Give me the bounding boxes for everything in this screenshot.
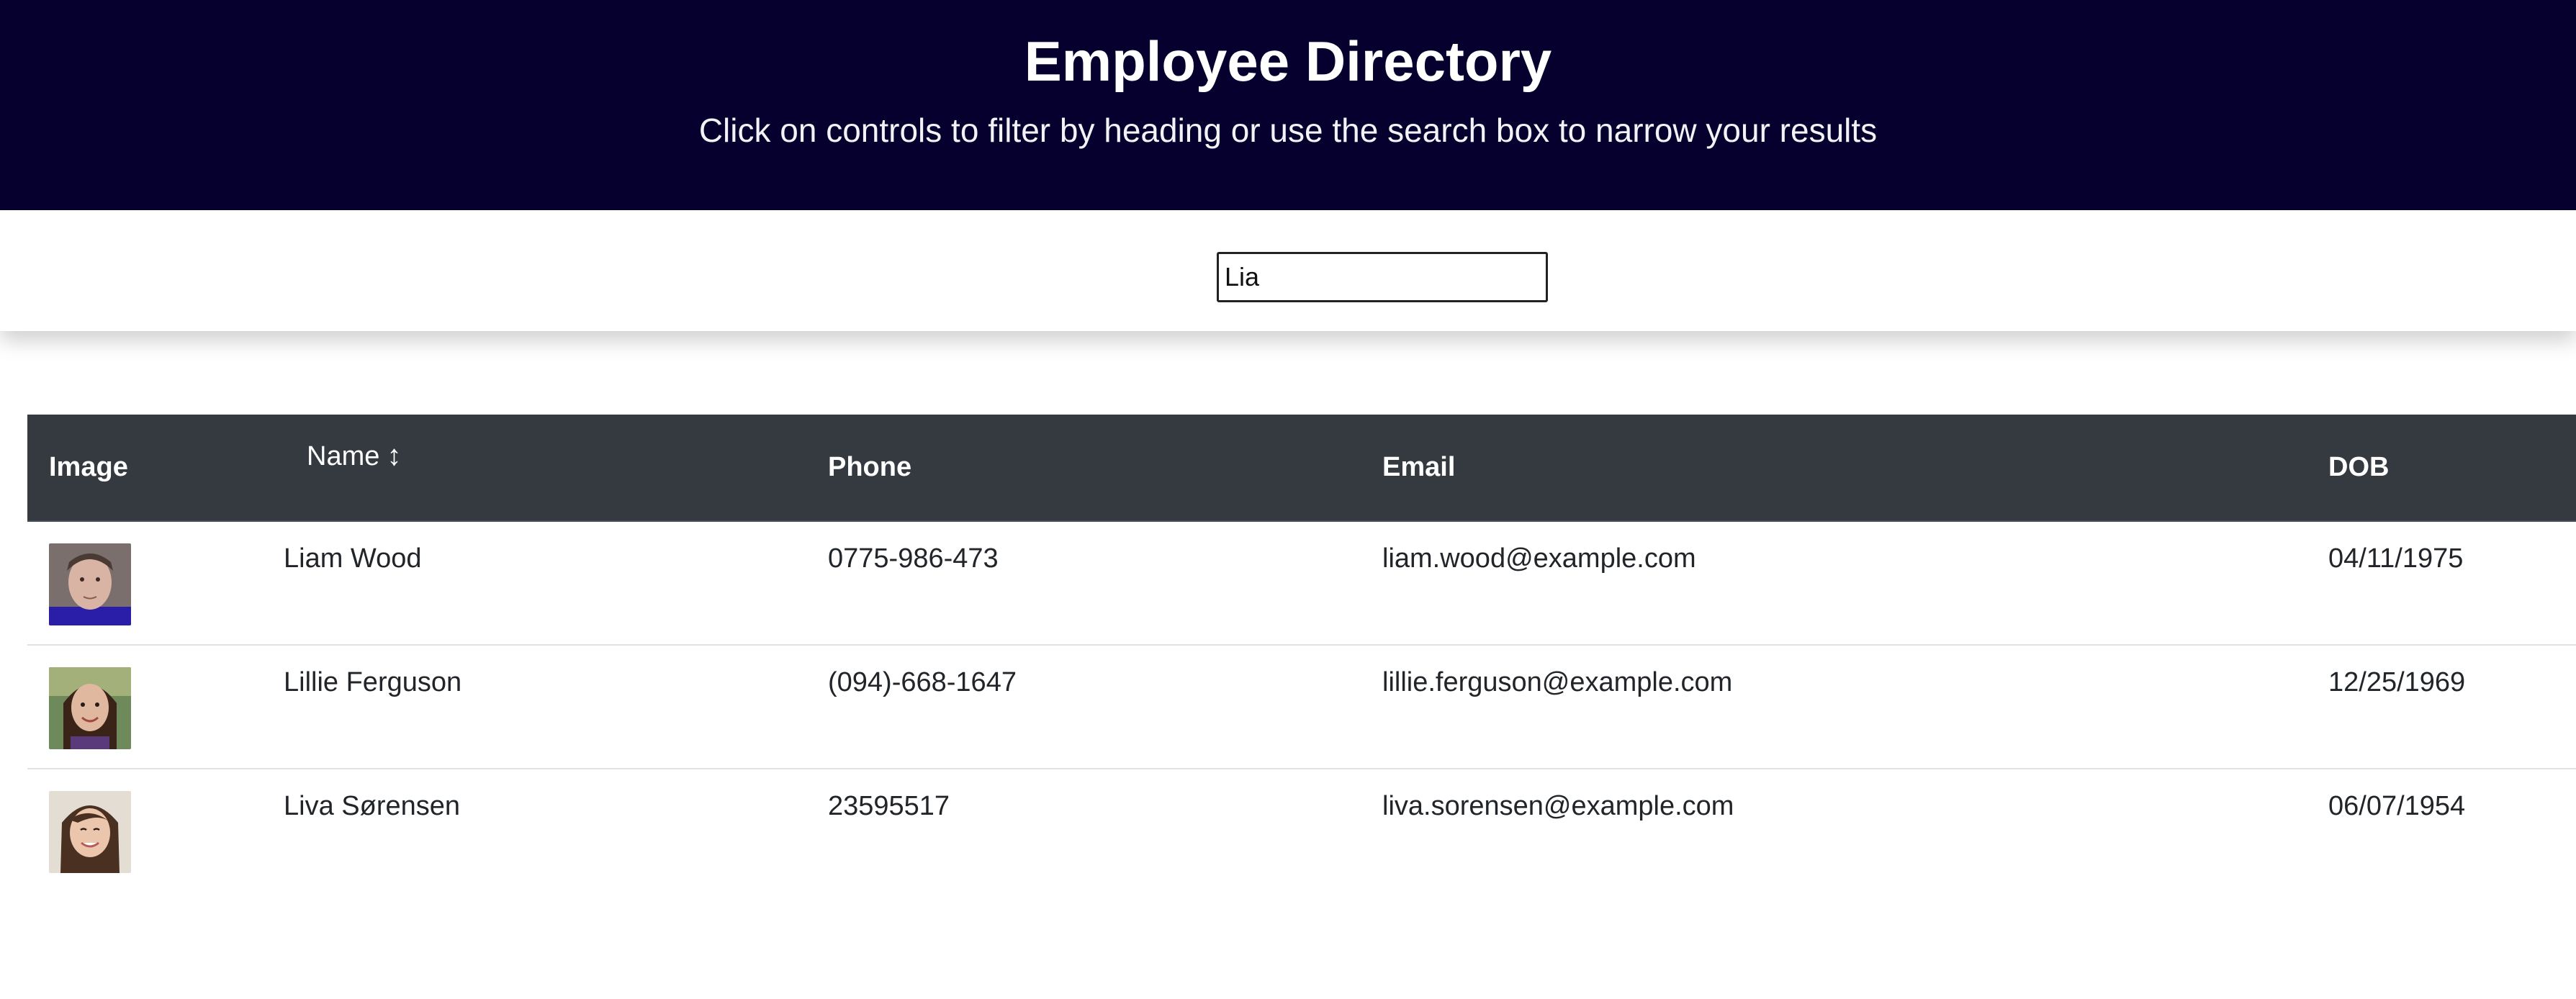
phone-cell: 23595517	[828, 791, 950, 821]
table-header-row: Image Name ↕ Phone Email DOB	[27, 415, 2576, 522]
table-header: Image Name ↕ Phone Email DOB	[27, 415, 2576, 522]
image-cell	[27, 769, 284, 892]
email-cell: lillie.ferguson@example.com	[1382, 667, 1733, 697]
page-title: Employee Directory	[1024, 30, 1552, 93]
employee-table-container: Image Name ↕ Phone Email DOB Liam Wood 0…	[27, 415, 2576, 892]
table-body: Liam Wood 0775-986-473 liam.wood@example…	[27, 521, 2576, 892]
column-header-dob: DOB	[2307, 415, 2576, 522]
dob-cell: 12/25/1969	[2328, 667, 2466, 697]
search-bar	[0, 210, 2576, 331]
table-row: Liva Sørensen 23595517 liva.sorensen@exa…	[27, 769, 2576, 892]
table-row: Lillie Ferguson (094)-668-1647 lillie.fe…	[27, 645, 2576, 769]
employee-avatar	[49, 667, 131, 749]
name-cell: Liam Wood	[284, 543, 422, 574]
image-cell	[27, 521, 284, 645]
phone-cell: (094)-668-1647	[828, 667, 1017, 697]
email-cell: liva.sorensen@example.com	[1382, 791, 1734, 821]
page-subtitle: Click on controls to filter by heading o…	[698, 112, 1878, 149]
image-cell	[27, 645, 284, 769]
column-header-phone: Phone	[806, 415, 1361, 522]
table-row: Liam Wood 0775-986-473 liam.wood@example…	[27, 521, 2576, 645]
page-header: Employee Directory Click on controls to …	[0, 0, 2576, 210]
employee-table: Image Name ↕ Phone Email DOB Liam Wood 0…	[27, 415, 2576, 892]
phone-cell: 0775-986-473	[828, 543, 999, 574]
dob-cell: 04/11/1975	[2328, 543, 2464, 574]
column-header-email: Email	[1361, 415, 2307, 522]
search-input[interactable]	[1217, 252, 1548, 302]
column-header-name-label: Name	[307, 441, 380, 471]
dob-cell: 06/07/1954	[2328, 791, 2466, 821]
name-cell: Liva Sørensen	[284, 791, 461, 821]
employee-avatar	[49, 543, 131, 625]
name-cell: Lillie Ferguson	[284, 667, 462, 697]
employee-avatar	[49, 791, 131, 873]
sort-arrows-icon[interactable]: ↕	[387, 440, 401, 472]
column-header-name[interactable]: Name ↕	[284, 415, 806, 522]
email-cell: liam.wood@example.com	[1382, 543, 1696, 574]
column-header-image: Image	[27, 415, 284, 522]
